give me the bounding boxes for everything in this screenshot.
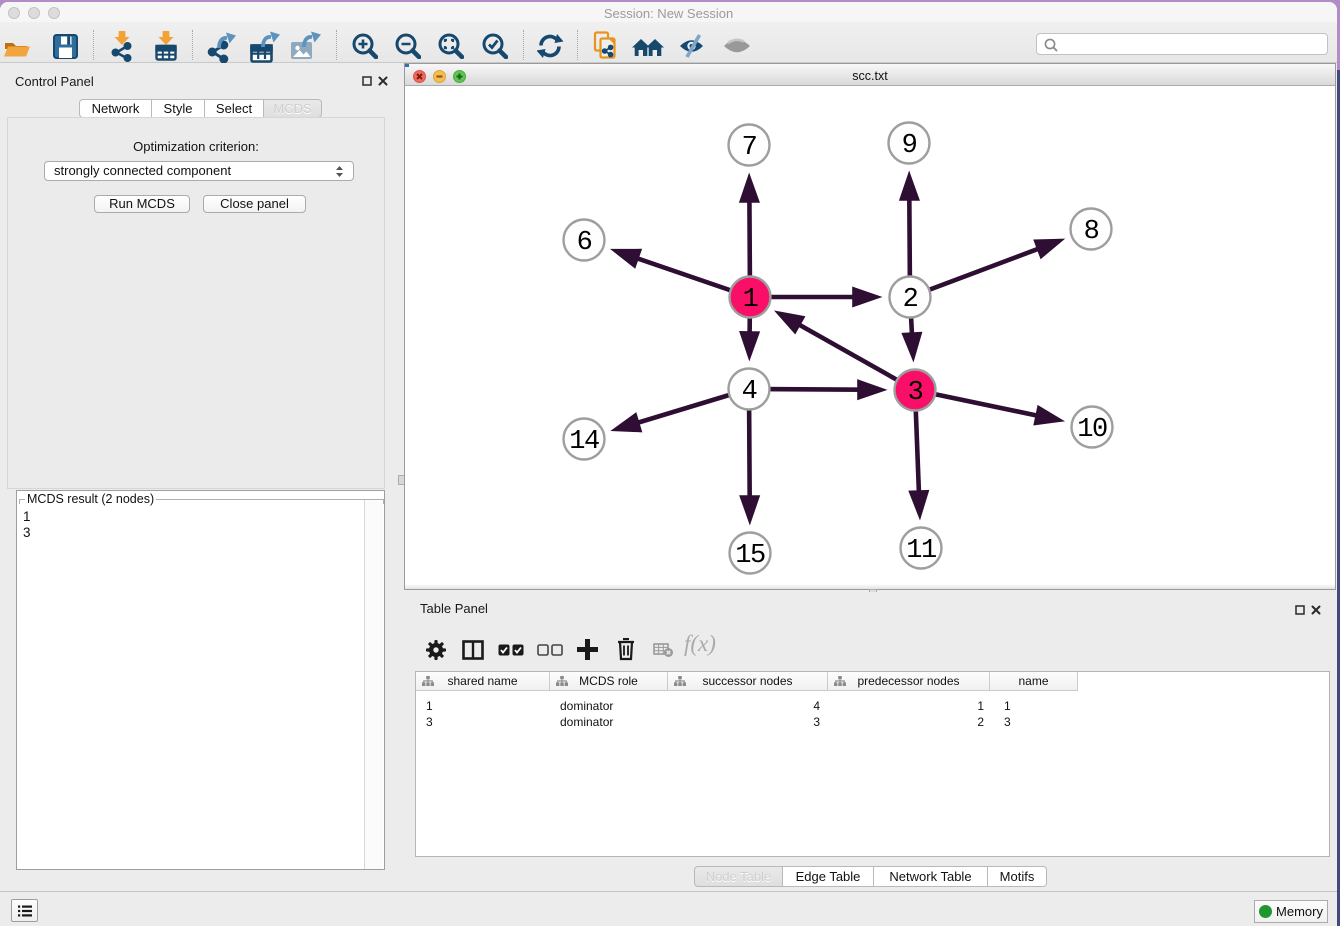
- svg-text:2: 2: [903, 285, 918, 315]
- svg-text:8: 8: [1084, 217, 1099, 247]
- svg-text:3: 3: [908, 378, 923, 408]
- svg-text:4: 4: [742, 377, 757, 407]
- svg-text:6: 6: [577, 228, 592, 258]
- svg-text:f(x): f(x): [684, 633, 716, 656]
- svg-text:15: 15: [735, 541, 765, 571]
- svg-text:11: 11: [906, 536, 936, 566]
- svg-text:1: 1: [743, 285, 758, 315]
- svg-text:14: 14: [569, 427, 599, 457]
- svg-text:10: 10: [1077, 415, 1107, 445]
- svg-text:9: 9: [902, 131, 917, 161]
- svg-text:7: 7: [742, 133, 757, 163]
